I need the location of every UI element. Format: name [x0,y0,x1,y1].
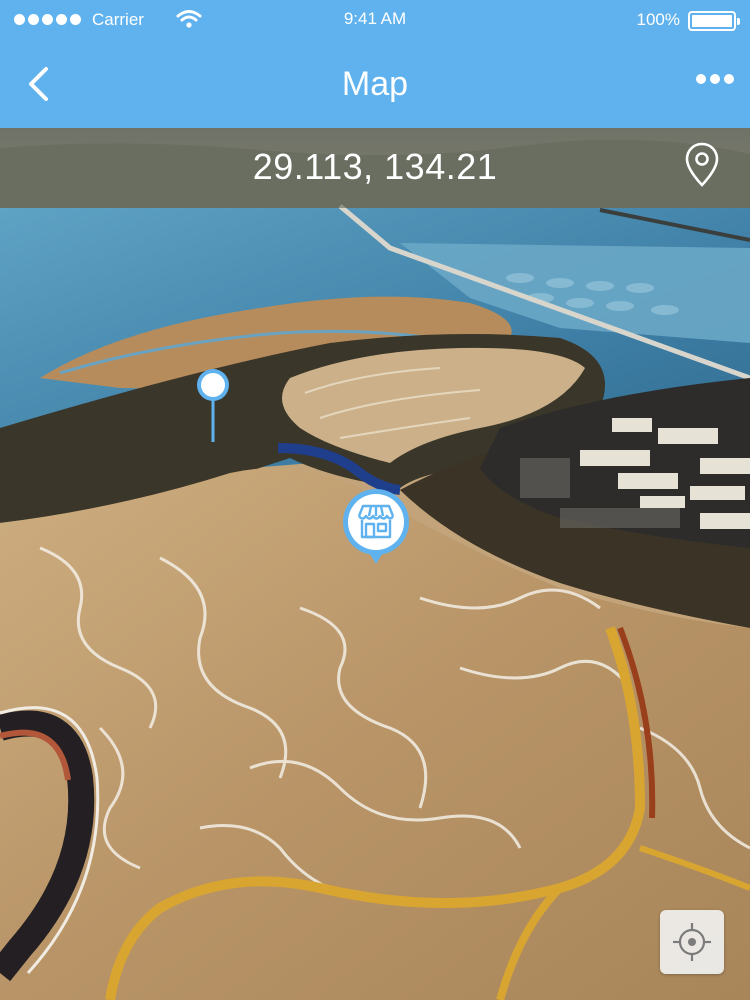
ellipsis-icon [696,74,706,84]
navigation-bar: Map [0,40,750,128]
map-view[interactable]: 29.113, 134.21 [0,128,750,1000]
status-bar: Carrier 9:41 AM 100% [0,0,750,40]
battery-percentage: 100% [636,10,680,29]
map-pin-marker[interactable] [194,368,232,444]
store-icon [343,489,409,564]
map-pin-icon [197,369,229,442]
store-marker[interactable] [340,488,412,568]
coordinate-bar: 29.113, 134.21 [0,128,750,208]
locate-me-button[interactable] [660,910,724,974]
page-title: Map [341,65,409,103]
crosshair-icon [673,923,711,961]
coordinates-display: 29.113, 134.21 [252,146,498,187]
location-pin-icon[interactable] [684,141,720,194]
more-options-button[interactable] [696,74,734,84]
battery-icon [688,11,740,31]
